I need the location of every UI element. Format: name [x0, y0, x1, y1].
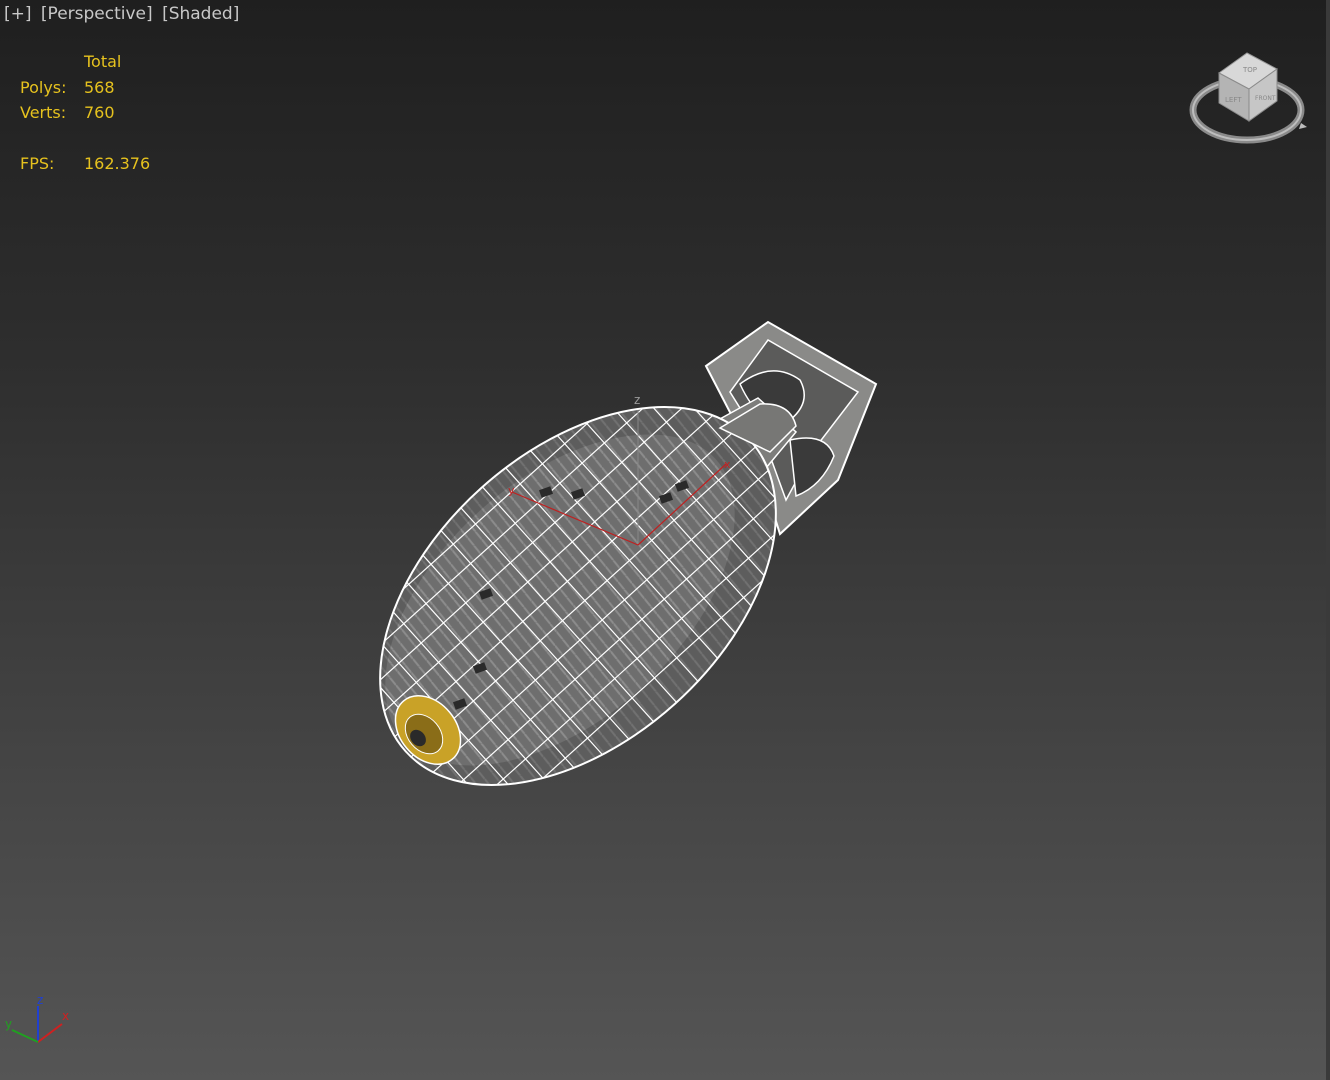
gizmo-y-label: y: [508, 484, 515, 497]
world-axis-tripod: z y x: [5, 993, 69, 1043]
gizmo-x-label: x: [724, 458, 731, 471]
bomb-model[interactable]: z y x: [0, 0, 1330, 1080]
gizmo-z-label: z: [634, 393, 640, 407]
world-y-axis: [11, 1029, 39, 1043]
viewport-border: [1326, 0, 1330, 1080]
world-y-label: y: [5, 1017, 12, 1031]
world-z-label: z: [37, 993, 43, 1007]
world-x-axis: [37, 1023, 63, 1043]
world-x-label: x: [62, 1009, 69, 1023]
